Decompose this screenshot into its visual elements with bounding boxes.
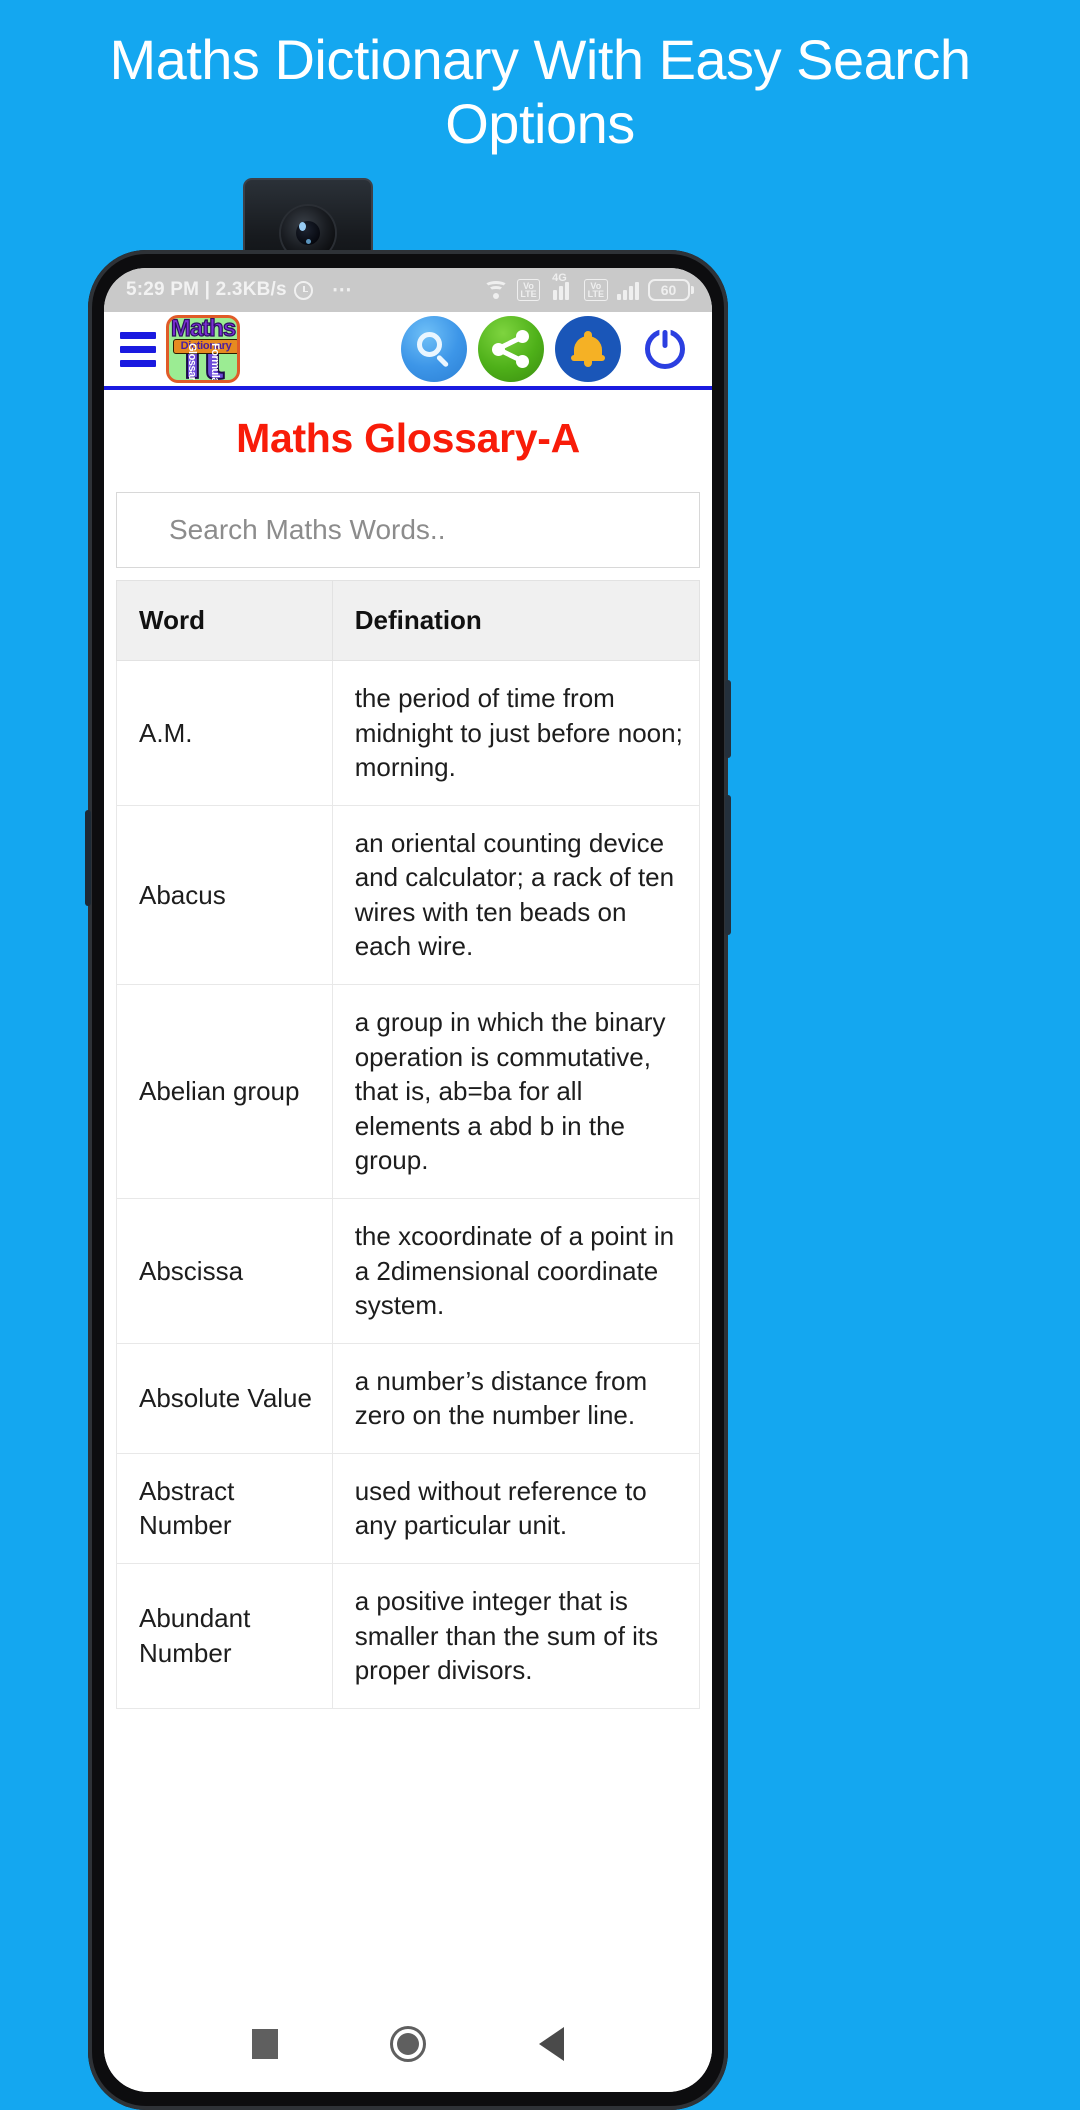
- power-icon: [645, 329, 685, 369]
- phone-body: 5:29 PM | 2.3KB/s ⋯ VoLTE 4G VoLTE 60: [88, 250, 728, 2110]
- app-logo: π Maths Dictionary Glossary Formula: [166, 315, 240, 383]
- cell-word: Abscissa: [116, 1197, 333, 1344]
- promo-headline: Maths Dictionary With Easy Search Option…: [109, 28, 971, 155]
- cell-definition: the period of time from midnight to just…: [331, 660, 701, 806]
- table-row[interactable]: Abelian group a group in which the binary…: [116, 984, 701, 1199]
- power-button[interactable]: [632, 316, 698, 382]
- logo-title: Maths: [170, 315, 237, 342]
- android-navigation-bar: [104, 1996, 712, 2092]
- square-recents-icon[interactable]: [252, 2029, 279, 2059]
- battery-cap: [691, 286, 694, 294]
- table-row[interactable]: Abacus an oriental counting device and ca…: [116, 804, 701, 986]
- cell-definition: a group in which the binary operation is…: [331, 984, 701, 1199]
- phone-mockup: 5:29 PM | 2.3KB/s ⋯ VoLTE 4G VoLTE 60: [85, 178, 731, 2110]
- network-type-label: 4G: [552, 272, 567, 284]
- app-bar-actions: [401, 316, 698, 382]
- share-button[interactable]: [478, 316, 544, 382]
- column-header-word: Word: [116, 580, 333, 661]
- cell-word: A.M.: [116, 660, 333, 806]
- circle-home-icon[interactable]: [390, 2026, 427, 2062]
- phone-power-button: [725, 795, 731, 935]
- column-header-definition: Defination: [331, 580, 701, 661]
- battery-level-text: 60: [647, 279, 690, 301]
- cell-definition: an oriental counting device and calculat…: [331, 804, 701, 986]
- android-status-bar: 5:29 PM | 2.3KB/s ⋯ Vo LTE 4G Vo LTE 60: [104, 268, 712, 312]
- hamburger-menu-icon[interactable]: [120, 331, 156, 367]
- phone-volume-button: [725, 680, 731, 758]
- search-section: Search Maths Words..: [104, 492, 712, 568]
- cell-word: Absolute Value: [116, 1342, 333, 1454]
- search-input-placeholder: Search Maths Words..: [169, 514, 446, 545]
- alarm-clock-icon: [293, 280, 313, 300]
- battery-indicator: 60: [647, 279, 694, 301]
- table-body: A.M. the period of time from midnight to …: [116, 660, 701, 1709]
- table-row[interactable]: A.M. the period of time from midnight to …: [116, 660, 701, 806]
- volte-badge-sim1: Vo LTE: [516, 279, 541, 301]
- wifi-icon: [483, 280, 508, 300]
- status-bar-left: 5:29 PM | 2.3KB/s ⋯: [126, 279, 354, 301]
- logo-subtitle: Dictionary: [173, 339, 237, 354]
- cell-definition: a number’s distance from zero on the num…: [331, 1342, 701, 1454]
- triangle-back-icon[interactable]: [538, 2027, 564, 2061]
- cell-definition: used without reference to any particular…: [331, 1452, 701, 1564]
- cell-definition: a positive integer that is smaller than …: [331, 1562, 701, 1709]
- status-clock-and-datarate: 5:29 PM | 2.3KB/s: [126, 279, 287, 300]
- status-bar-right: Vo LTE 4G Vo LTE 60: [483, 272, 694, 301]
- table-row[interactable]: Absolute Value a number’s distance from z…: [116, 1342, 701, 1454]
- camera-lens-glint: [298, 222, 306, 232]
- cellular-signal-sim1: 4G: [552, 272, 575, 300]
- phone-screen: 5:29 PM | 2.3KB/s ⋯ VoLTE 4G VoLTE 60: [104, 268, 712, 2092]
- cell-word: Abacus: [116, 804, 333, 986]
- cell-word: Abelian group: [116, 984, 333, 1199]
- phone-left-button: [85, 810, 91, 906]
- notification-button[interactable]: [555, 316, 621, 382]
- share-icon: [492, 330, 530, 368]
- logo-right-leg-label: Formula: [209, 343, 221, 383]
- glossary-table: Word Defination A.M. the period of time f…: [116, 580, 701, 1709]
- logo-left-leg-label: Glossary: [186, 343, 198, 383]
- cell-word: Abstract Number: [116, 1452, 333, 1564]
- more-dots-icon: ⋯: [331, 279, 355, 301]
- glossary-table-container: Word Defination A.M. the period of time f…: [104, 568, 712, 1709]
- search-button[interactable]: [401, 316, 467, 382]
- cell-definition: the xcoordinate of a point in a 2dimensi…: [331, 1197, 701, 1344]
- table-row[interactable]: Abstract Number used without reference to…: [116, 1452, 701, 1564]
- search-input[interactable]: Search Maths Words..: [116, 492, 700, 568]
- table-header-row: Word Defination: [116, 580, 701, 661]
- page-title: Maths Glossary-A: [236, 415, 580, 461]
- volte-badge-sim2: Vo LTE: [584, 279, 608, 301]
- table-row[interactable]: Abscissa the xcoordinate of a point in a …: [116, 1197, 701, 1344]
- app-bar: π Maths Dictionary Glossary Formula: [104, 312, 712, 390]
- search-icon: [417, 332, 451, 368]
- table-row[interactable]: Abundant Number a positive integer that i…: [116, 1562, 701, 1709]
- bell-icon: [571, 331, 605, 367]
- table-head: Word Defination: [116, 580, 701, 661]
- cellular-signal-sim2: [616, 280, 639, 300]
- cell-word: Abundant Number: [116, 1562, 333, 1709]
